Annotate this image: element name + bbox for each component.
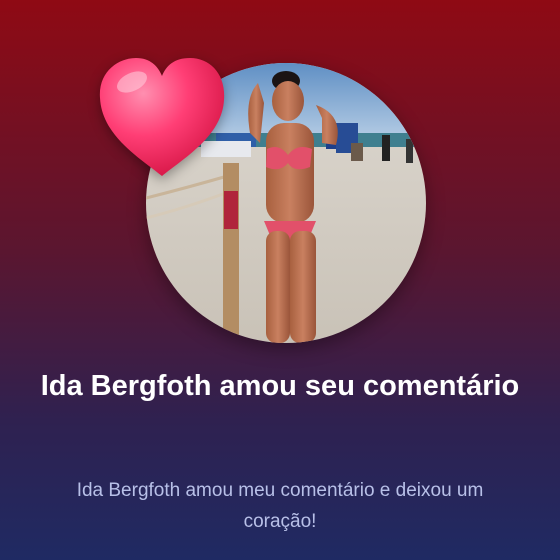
- notification-message: Ida Bergfoth amou meu comentário e deixo…: [76, 480, 484, 532]
- love-notification-card: Ida Bergfoth amou seu comentário Ida Ber…: [0, 0, 560, 560]
- heart-icon: [99, 58, 225, 176]
- notification-title: Ida Bergfoth amou seu comentário: [40, 370, 520, 402]
